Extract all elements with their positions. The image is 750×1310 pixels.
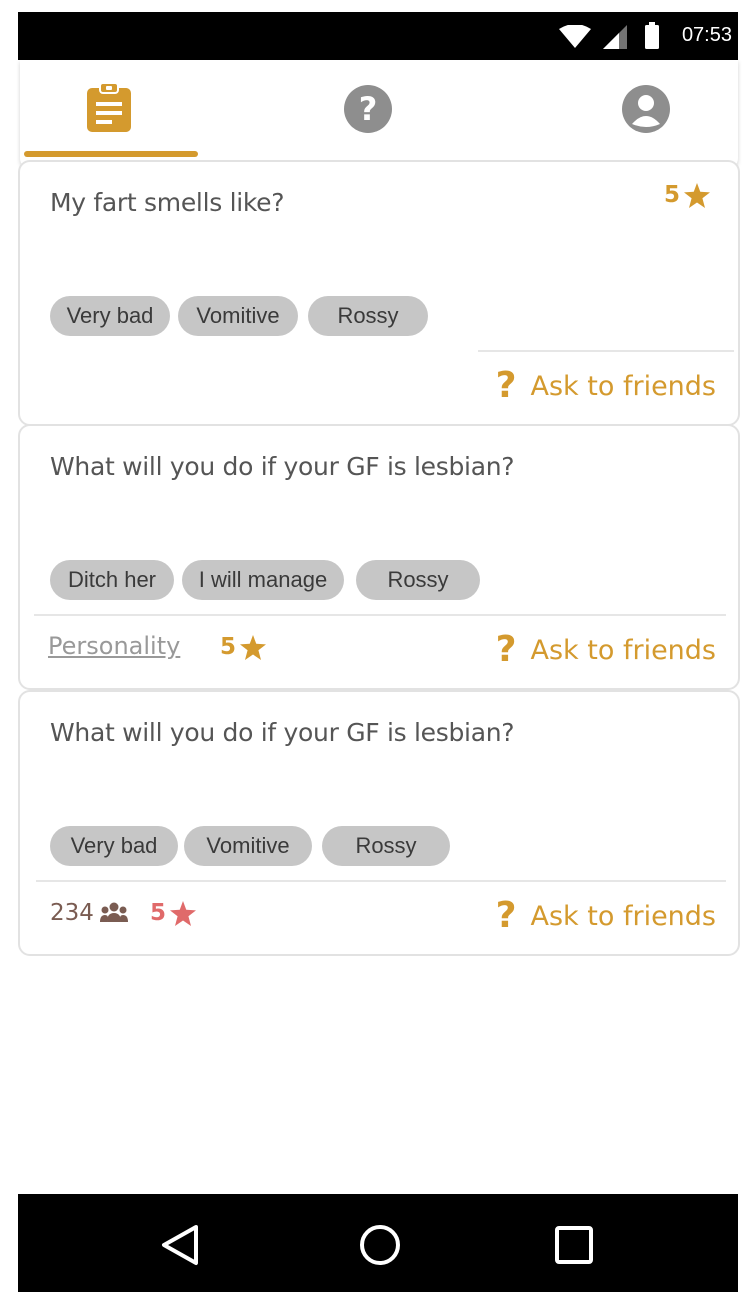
question-card[interactable]: What will you do if your GF is lesbian? … <box>18 690 740 956</box>
rating: 5 <box>220 634 267 660</box>
ask-friends-button[interactable]: ? Ask to friends <box>496 366 716 406</box>
divider <box>34 614 726 616</box>
answer-option[interactable]: Ditch her <box>50 560 174 600</box>
active-tab-indicator <box>24 151 198 157</box>
navigation-bar <box>18 1194 738 1292</box>
question-text: My fart smells like? <box>50 188 285 217</box>
back-button[interactable] <box>156 1222 204 1268</box>
home-button[interactable] <box>356 1222 404 1268</box>
tab-bar: ? <box>20 60 738 170</box>
cell-signal-icon <box>603 25 627 49</box>
answer-option[interactable]: Very bad <box>50 826 178 866</box>
question-card[interactable]: My fart smells like? 5 Very bad Vomitive… <box>18 160 740 426</box>
tab-profile[interactable] <box>618 80 674 136</box>
recents-button[interactable] <box>550 1222 598 1268</box>
recents-icon <box>555 1226 593 1264</box>
svg-text:?: ? <box>359 90 378 128</box>
rating-value: 5 <box>663 182 680 208</box>
question-mark-icon: ? <box>495 895 517 936</box>
question-mark-icon: ? <box>495 365 517 406</box>
back-icon <box>162 1225 198 1265</box>
ask-friends-button[interactable]: ? Ask to friends <box>496 630 716 670</box>
people-icon <box>99 902 128 922</box>
ask-friends-label: Ask to friends <box>530 370 716 402</box>
help-icon: ? <box>344 85 392 133</box>
ask-friends-label: Ask to friends <box>530 634 716 666</box>
question-text: What will you do if your GF is lesbian? <box>50 718 515 747</box>
tab-help[interactable]: ? <box>340 80 396 136</box>
participants-count: 234 <box>50 900 128 926</box>
tab-questions[interactable] <box>81 80 137 136</box>
answer-option[interactable]: Rossy <box>308 296 428 336</box>
question-text: What will you do if your GF is lesbian? <box>50 452 515 481</box>
answer-option[interactable]: Vomitive <box>178 296 298 336</box>
participants-value: 234 <box>50 900 94 926</box>
rating-value: 5 <box>220 634 237 660</box>
status-time: 07:53 <box>681 24 732 46</box>
rating: 5 <box>150 900 197 926</box>
answer-option[interactable]: Vomitive <box>184 826 312 866</box>
ask-friends-label: Ask to friends <box>530 900 716 932</box>
status-bar: 07:53 <box>18 12 738 60</box>
phone-screen: 07:53 ? My fart smells like? 5 Very bad … <box>18 12 740 1292</box>
star-icon <box>684 182 710 208</box>
answer-option[interactable]: Rossy <box>322 826 450 866</box>
profile-icon <box>622 85 670 133</box>
divider <box>36 880 726 882</box>
home-icon <box>360 1225 400 1265</box>
question-mark-icon: ? <box>495 629 517 670</box>
question-card[interactable]: What will you do if your GF is lesbian? … <box>18 424 740 690</box>
wifi-icon <box>559 25 591 48</box>
category-link[interactable]: Personality <box>48 632 180 660</box>
divider <box>478 350 734 352</box>
battery-icon <box>645 22 659 49</box>
star-icon <box>170 900 197 926</box>
star-icon <box>240 634 267 660</box>
answer-option[interactable]: Rossy <box>356 560 480 600</box>
clipboard-icon <box>87 82 131 132</box>
rating-value: 5 <box>150 900 167 926</box>
rating: 5 <box>664 182 710 208</box>
answer-option[interactable]: Very bad <box>50 296 170 336</box>
ask-friends-button[interactable]: ? Ask to friends <box>496 896 716 936</box>
answer-option[interactable]: I will manage <box>182 560 344 600</box>
